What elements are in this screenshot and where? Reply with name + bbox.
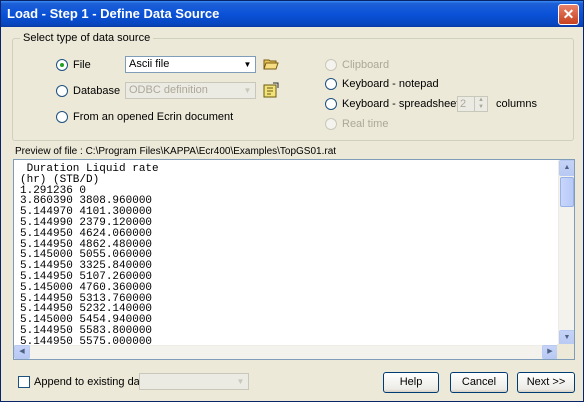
next-button[interactable]: Next >>: [517, 372, 575, 393]
append-checkbox[interactable]: [18, 376, 30, 388]
chevron-down-icon: ▼: [240, 57, 255, 72]
keyboard-notepad-label: Keyboard - notepad: [342, 78, 439, 90]
stepper-arrows-icon[interactable]: ▲ ▼: [474, 97, 487, 111]
file-preview-box[interactable]: Duration Liquid rate (hr) (STB/D) 1.291236…: [13, 159, 575, 360]
file-type-combo[interactable]: Ascii file ▼: [125, 56, 256, 73]
vertical-scroll-thumb[interactable]: [560, 177, 574, 207]
database-label: Database: [73, 85, 121, 97]
scroll-right-icon[interactable]: ▶: [542, 345, 558, 359]
preview-file-label: Preview of file : C:\Program Files\KAPPA…: [15, 146, 337, 157]
append-label: Append to existing data: [34, 376, 149, 388]
chevron-down-icon: ▼: [240, 83, 255, 98]
real-time-label: Real time: [342, 118, 389, 130]
help-button[interactable]: Help: [383, 372, 439, 393]
columns-label: columns: [496, 98, 537, 110]
file-label: File: [73, 59, 91, 71]
data-source-group-label: Select type of data source: [20, 32, 154, 44]
scroll-left-icon[interactable]: ◀: [14, 345, 30, 359]
cancel-button[interactable]: Cancel: [450, 372, 508, 393]
horizontal-scrollbar[interactable]: ◀ ▶: [14, 345, 558, 359]
file-preview-text: Duration Liquid rate (hr) (STB/D) 1.291236…: [20, 164, 159, 358]
ecrin-document-radio[interactable]: [56, 111, 68, 123]
keyboard-spreadsheet-radio[interactable]: [325, 98, 337, 110]
dialog-window: Load - Step 1 - Define Data Source ✕ Sel…: [0, 0, 584, 402]
columns-value: 2: [460, 98, 467, 110]
keyboard-spreadsheet-label: Keyboard - spreadsheet: [342, 98, 460, 110]
ecrin-document-label: From an opened Ecrin document: [73, 111, 234, 123]
window-title: Load - Step 1 - Define Data Source: [7, 6, 220, 21]
scrollbar-corner: [557, 344, 574, 359]
vertical-scrollbar[interactable]: ▲ ▼: [558, 160, 574, 346]
columns-stepper[interactable]: 2 ▲ ▼: [457, 96, 488, 112]
open-folder-icon[interactable]: [263, 56, 279, 72]
close-button[interactable]: ✕: [558, 4, 579, 25]
database-combo[interactable]: ODBC definition ▼: [125, 82, 256, 99]
real-time-radio[interactable]: [325, 118, 337, 130]
preview-line: 5.144950 4624.060000: [20, 227, 153, 240]
chevron-down-icon: ▼: [233, 374, 248, 389]
database-combo-value: ODBC definition: [129, 84, 208, 96]
file-radio[interactable]: [56, 59, 68, 71]
preview-line: 5.145000 4760.360000: [20, 281, 153, 294]
close-icon: ✕: [562, 6, 575, 22]
database-radio[interactable]: [56, 85, 68, 97]
database-settings-icon[interactable]: [263, 82, 279, 98]
title-bar[interactable]: Load - Step 1 - Define Data Source ✕: [1, 1, 583, 27]
keyboard-notepad-radio[interactable]: [325, 78, 337, 90]
file-type-value: Ascii file: [129, 58, 170, 70]
append-target-combo[interactable]: ▼: [139, 373, 249, 390]
clipboard-label: Clipboard: [342, 59, 390, 71]
clipboard-radio[interactable]: [325, 59, 337, 71]
scroll-up-icon[interactable]: ▲: [559, 160, 574, 176]
preview-line: (hr) (STB/D): [20, 173, 100, 186]
